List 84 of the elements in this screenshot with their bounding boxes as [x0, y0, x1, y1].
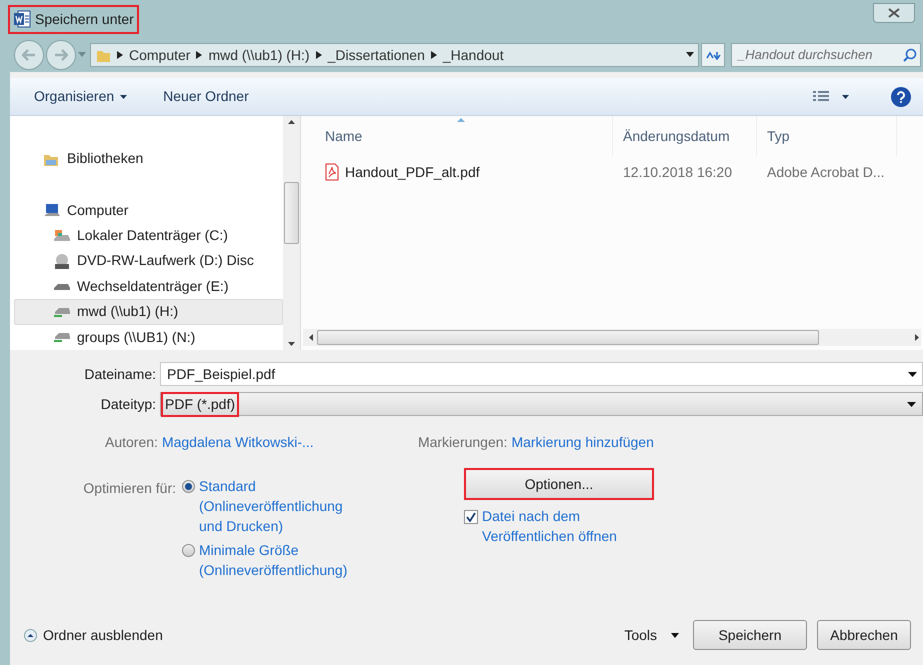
hide-folders-button[interactable]: Ordner ausblenden — [24, 624, 163, 646]
collapse-icon — [24, 628, 37, 642]
nav-item[interactable]: mwd (\\ub1) (H:) — [14, 299, 283, 325]
forward-button[interactable] — [46, 40, 76, 70]
pdf-file-icon — [325, 163, 339, 181]
radio-button[interactable] — [182, 544, 195, 557]
chevron-icon — [430, 51, 437, 59]
scrollbar-thumb[interactable] — [317, 330, 819, 345]
filename-field[interactable]: PDF_Beispiel.pdf — [160, 362, 923, 386]
field-label: Dateityp: — [100, 394, 157, 414]
scrollbar-thumb[interactable] — [284, 182, 299, 244]
options-button[interactable]: Optionen... — [464, 468, 654, 500]
breadcrumb[interactable]: _Dissertationen — [328, 44, 425, 66]
table-cell-text: 12.10.2018 16:20 — [623, 162, 732, 182]
radio-label[interactable]: Standard (Onlineveröffentlichung und Drucken) — [199, 476, 349, 536]
radio-button[interactable] — [182, 480, 195, 493]
caret-icon — [907, 402, 916, 406]
computer-icon — [43, 202, 61, 218]
organize-menu[interactable]: Organisieren — [24, 82, 138, 110]
left-arrow-icon — [309, 334, 313, 341]
tools-menu[interactable]: Tools — [624, 624, 679, 646]
horizontal-scrollbar[interactable] — [303, 329, 921, 346]
column-header[interactable]: Name — [325, 126, 362, 146]
help-icon — [896, 90, 906, 102]
field-label: Optimieren für: — [82, 479, 177, 498]
caret-icon — [686, 52, 694, 58]
search-icon — [903, 48, 917, 62]
cancel-button[interactable]: Abbrechen — [817, 620, 911, 650]
sort-arrow-icon — [456, 118, 464, 122]
vertical-scrollbar[interactable] — [283, 116, 300, 350]
checkbox[interactable] — [464, 510, 478, 524]
caret-icon — [78, 52, 86, 58]
arrow-icon — [54, 49, 68, 61]
field-label: Markierungen: — [418, 432, 508, 452]
help-button[interactable] — [891, 86, 911, 106]
close-button[interactable] — [873, 3, 915, 23]
breadcrumb[interactable]: _Handout — [442, 44, 504, 66]
authors-field[interactable]: Magdalena Witkowski-... — [162, 432, 362, 452]
checkbox-label[interactable]: Datei nach dem Veröffentlichen öffnen — [482, 506, 642, 546]
caret-icon — [842, 94, 849, 98]
search-field[interactable]: _Handout durchsuchen — [731, 43, 921, 67]
field-label: Dateiname: — [83, 364, 157, 384]
word-icon — [13, 10, 31, 28]
network-icon — [53, 332, 71, 342]
caret-icon — [671, 632, 679, 638]
close-icon — [888, 8, 900, 18]
breadcrumb[interactable]: mwd (\\ub1) (H:) — [208, 44, 310, 66]
nav-item[interactable]: DVD-RW-Laufwerk (D:) Disc — [14, 248, 283, 274]
save-button[interactable]: Speichern — [693, 620, 807, 650]
field-label: Autoren: — [105, 432, 158, 452]
refresh-button[interactable] — [701, 43, 725, 67]
chevron-icon — [196, 51, 202, 59]
table-cell-text: Adobe Acrobat D... — [767, 162, 885, 182]
right-arrow-icon — [915, 334, 919, 341]
window-title: Speichern unter — [35, 10, 134, 29]
nav-item[interactable]: groups (\\UB1) (N:) — [14, 324, 283, 350]
list-view-icon — [812, 90, 830, 104]
refresh-icon — [705, 49, 721, 61]
down-arrow-icon — [288, 342, 295, 346]
address-bar[interactable]: Computer mwd (\\ub1) (H:) _Dissertationen _Handout — [90, 43, 699, 67]
nav-item[interactable]: Bibliotheken — [14, 146, 283, 172]
back-button[interactable] — [14, 40, 44, 70]
check-icon — [466, 512, 476, 522]
radio-label[interactable]: Minimale Größe (Onlineveröffentlichung) — [199, 540, 349, 580]
caret-icon — [120, 94, 128, 98]
filetype-dropdown[interactable]: PDF (*.pdf) — [160, 392, 923, 416]
chevron-icon — [117, 51, 123, 59]
removable-icon — [53, 282, 71, 290]
up-arrow-icon — [288, 120, 295, 124]
nav-item[interactable]: Lokaler Datenträger (C:) — [14, 222, 283, 248]
dvd-icon — [53, 252, 71, 269]
file-name[interactable]: Handout_PDF_alt.pdf — [345, 162, 480, 182]
new-folder-button[interactable]: Neuer Ordner — [153, 82, 259, 110]
nav-item[interactable]: Computer — [14, 197, 283, 223]
local-icon — [53, 228, 71, 244]
chevron-icon — [316, 51, 322, 59]
column-header[interactable]: Änderungsdatum — [623, 126, 730, 146]
column-header[interactable]: Typ — [767, 126, 790, 146]
caret-icon — [908, 372, 917, 377]
nav-item[interactable]: Wechseldatenträger (E:) — [14, 274, 283, 300]
breadcrumb[interactable]: Computer — [129, 44, 190, 66]
arrow-icon — [22, 49, 36, 61]
network-icon — [53, 306, 71, 317]
tags-field[interactable]: Markierung hinzufügen — [511, 432, 654, 452]
